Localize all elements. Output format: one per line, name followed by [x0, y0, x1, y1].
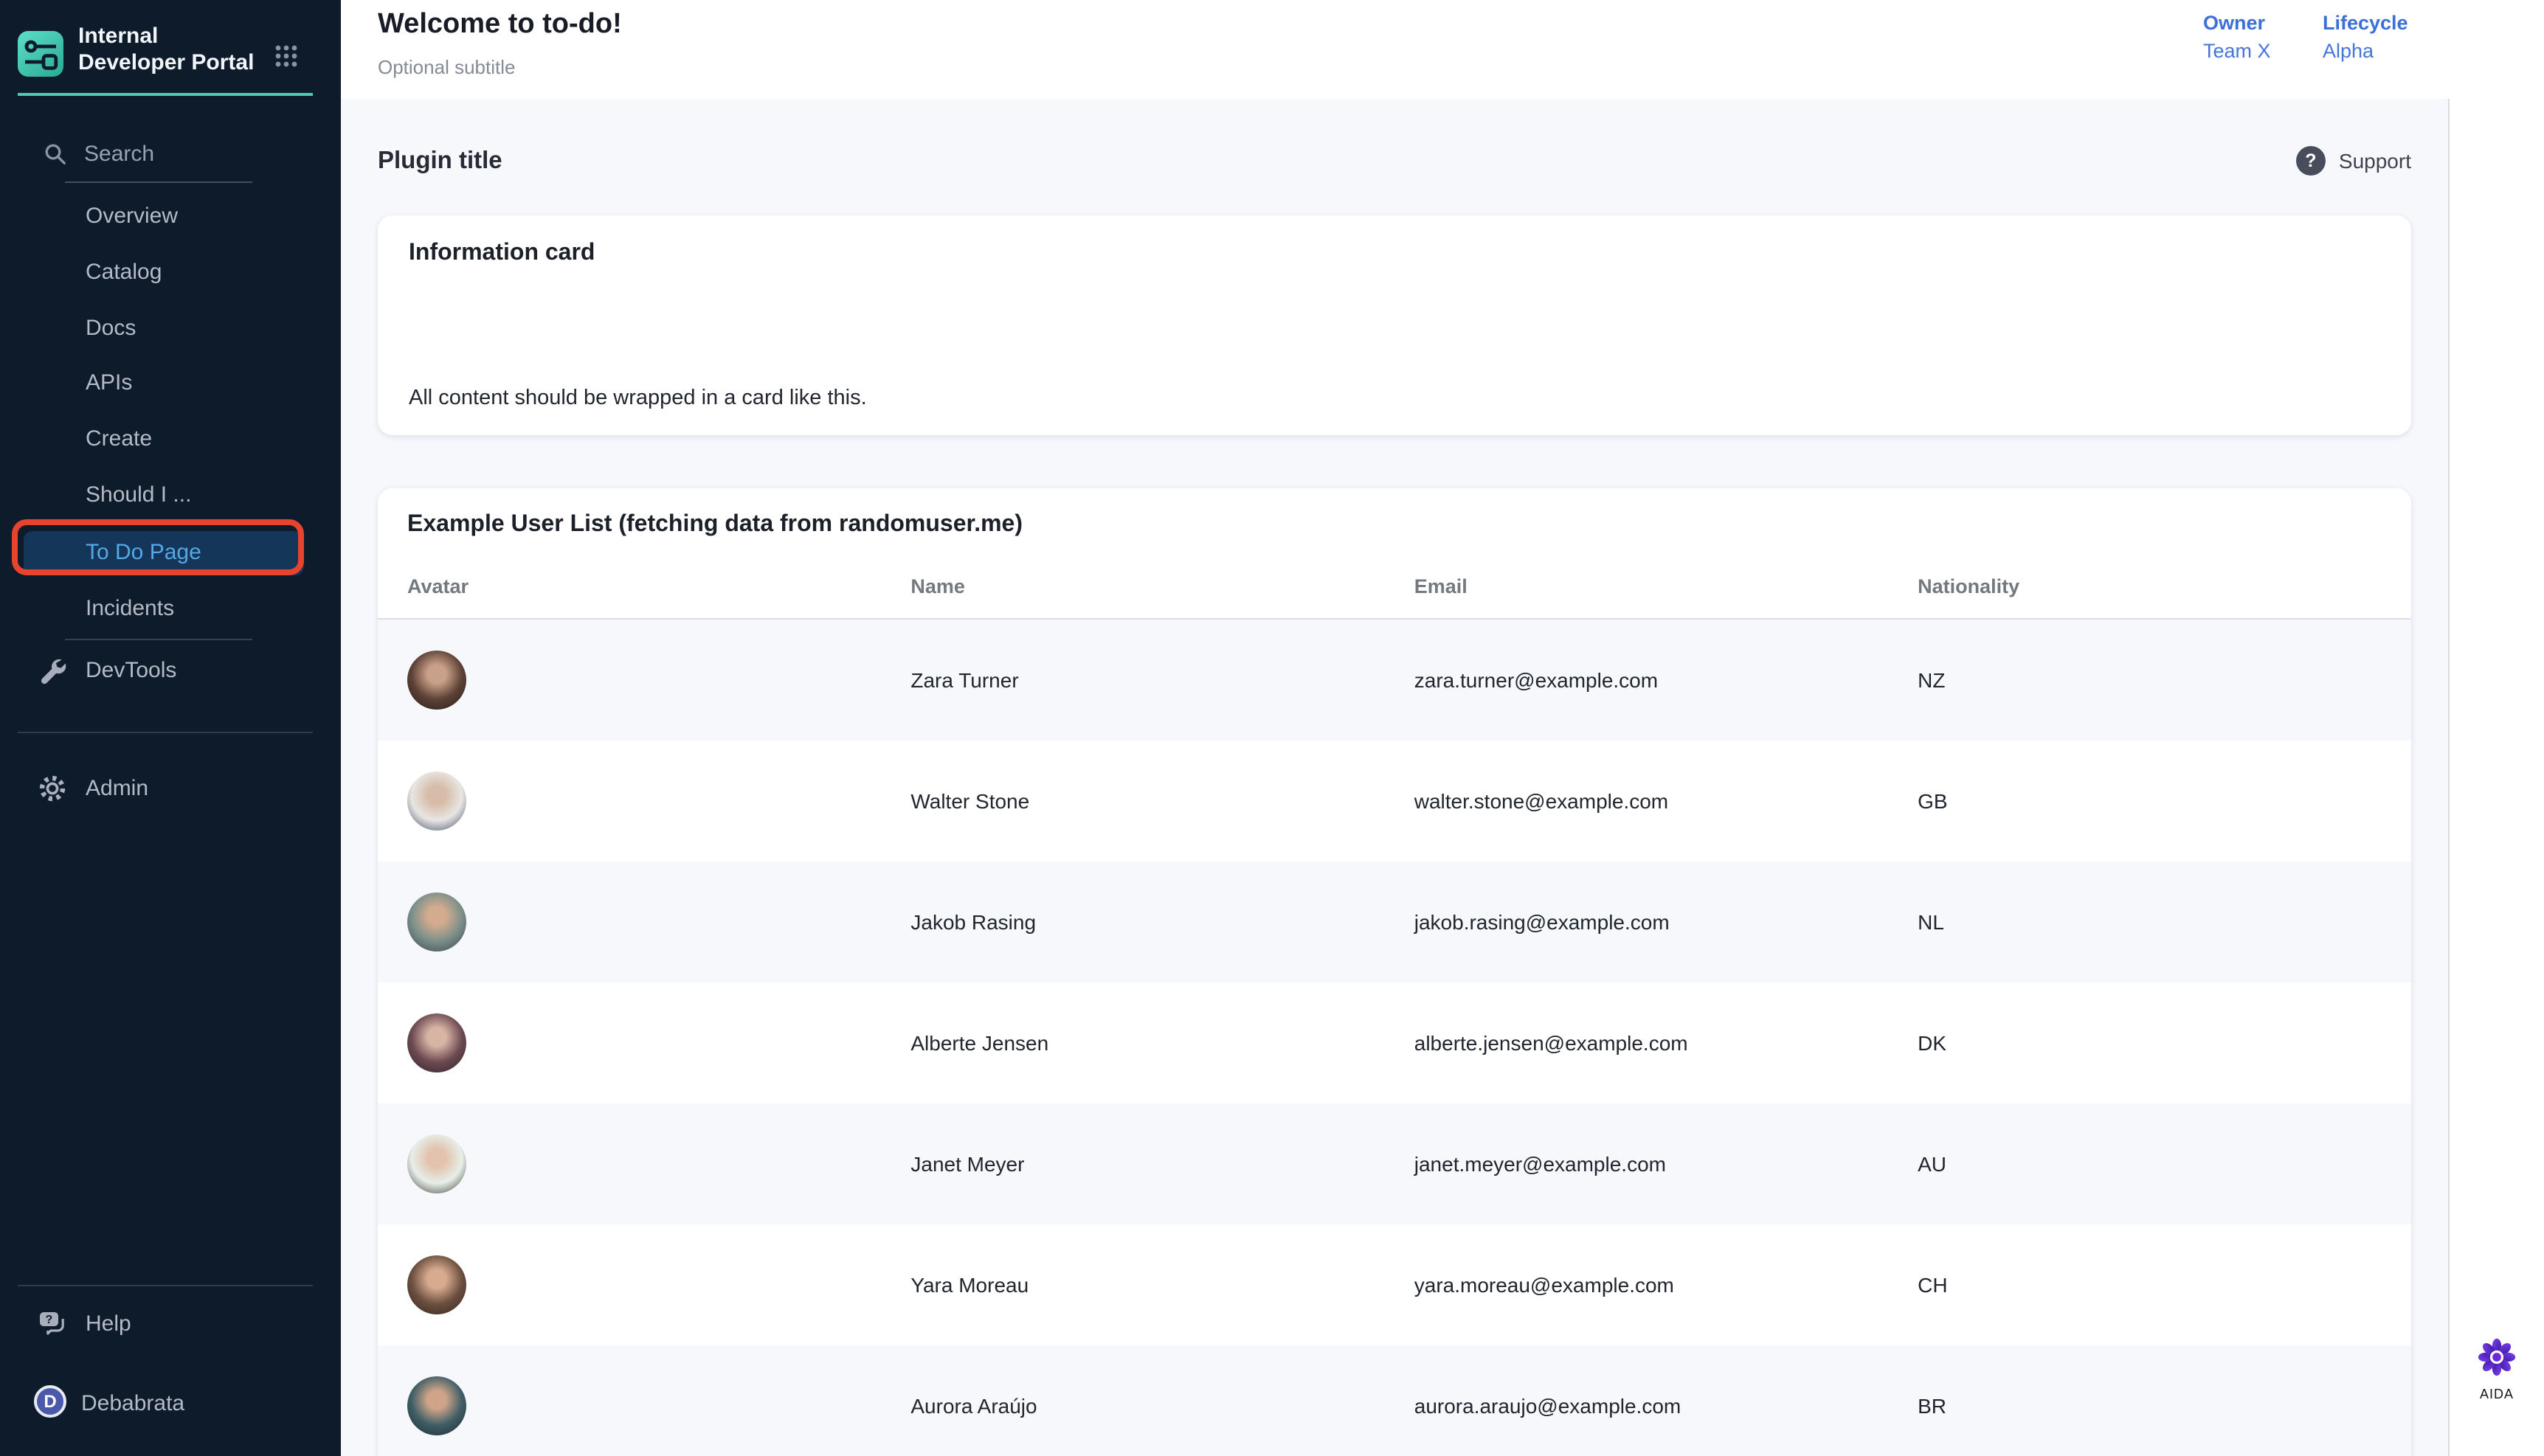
search-input[interactable]: Search — [84, 142, 154, 167]
sidebar-item-overview[interactable]: Overview — [24, 189, 317, 245]
table-row: Janet Meyer janet.meyer@example.com AU — [378, 1103, 2411, 1224]
user-photo-avatar — [407, 1255, 466, 1314]
aida-flower-icon — [2478, 1338, 2516, 1376]
cell-email: alberte.jensen@example.com — [1414, 1031, 1918, 1055]
cell-name: Janet Meyer — [910, 1152, 1414, 1176]
sidebar-divider — [18, 1285, 313, 1286]
sidebar-item-catalog[interactable]: Catalog — [24, 245, 317, 301]
user-photo-avatar — [407, 1376, 466, 1435]
sidebar-item-create[interactable]: Create — [24, 412, 317, 468]
app-window: Internal Developer Portal Search Overvie… — [0, 0, 2544, 1456]
question-circle-icon: ? — [2296, 146, 2326, 176]
user-name: Debabrata — [81, 1376, 317, 1432]
column-header-email: Email — [1414, 575, 1918, 597]
cell-nationality: GB — [1918, 789, 2382, 813]
table-row: Zara Turner zara.turner@example.com NZ — [378, 620, 2411, 741]
support-button[interactable]: ? Support — [2296, 146, 2411, 176]
content-toolbar: Plugin title ? Support — [378, 128, 2411, 193]
lifecycle-meta: Lifecycle Alpha — [2323, 12, 2408, 62]
user-list-title: Example User List (fetching data from ra… — [378, 488, 2411, 538]
cell-email: walter.stone@example.com — [1414, 789, 1918, 813]
user-photo-avatar — [407, 772, 466, 831]
cell-name: Aurora Araújo — [910, 1394, 1414, 1418]
content-area: Plugin title ? Support Information card … — [341, 99, 2448, 1456]
sidebar-item-docs[interactable]: Docs — [24, 300, 317, 356]
owner-label: Owner — [2203, 12, 2271, 34]
column-header-avatar: Avatar — [407, 575, 910, 597]
lifecycle-value-link[interactable]: Alpha — [2323, 40, 2408, 62]
apps-grid-icon — [274, 44, 298, 68]
cell-nationality: BR — [1918, 1394, 2382, 1418]
user-photo-avatar — [407, 651, 466, 710]
table-row: Jakob Rasing jakob.rasing@example.com NL — [378, 862, 2411, 982]
sidebar-item-should-i[interactable]: Should I ... — [24, 468, 317, 524]
app-title: Internal Developer Portal — [78, 24, 258, 77]
owner-value-link[interactable]: Team X — [2203, 40, 2271, 62]
table-row: Walter Stone walter.stone@example.com GB — [378, 741, 2411, 862]
aida-label: AIDA — [2461, 1387, 2532, 1401]
search-underline — [65, 181, 252, 183]
cell-name: Yara Moreau — [910, 1273, 1414, 1297]
wrench-icon — [38, 656, 66, 684]
cell-email: zara.turner@example.com — [1414, 668, 1918, 692]
apps-grid-button[interactable] — [274, 44, 298, 68]
user-list-card: Example User List (fetching data from ra… — [378, 488, 2411, 1456]
information-card-body: All content should be wrapped in a card … — [409, 386, 867, 410]
cell-name: Walter Stone — [910, 789, 1414, 813]
table-row: Alberte Jensen alberte.jensen@example.co… — [378, 982, 2411, 1103]
sidebar-item-devtools[interactable]: DevTools — [24, 643, 317, 699]
page-header: Welcome to to-do! Optional subtitle Owne… — [341, 0, 2544, 99]
sidebar-item-help[interactable]: ? Help — [24, 1297, 317, 1353]
app-logo-icon — [18, 31, 63, 77]
cell-nationality: NL — [1918, 910, 2382, 934]
gear-icon — [38, 774, 66, 802]
cell-nationality: CH — [1918, 1273, 2382, 1297]
sidebar-item-apis[interactable]: APIs — [24, 356, 317, 412]
user-photo-avatar — [407, 892, 466, 951]
page-subtitle: Optional subtitle — [378, 56, 515, 78]
information-card: Information card All content should be w… — [378, 215, 2411, 435]
svg-text:?: ? — [46, 1314, 53, 1326]
table-header-row: Avatar Name Email Nationality — [378, 538, 2411, 620]
sidebar-accent-divider — [18, 93, 313, 96]
help-chat-icon: ? — [38, 1310, 65, 1337]
sidebar-item-label: Help — [86, 1297, 317, 1353]
sidebar-divider — [65, 639, 252, 640]
user-avatar: D — [34, 1385, 66, 1418]
sliders-logo-icon — [18, 31, 63, 77]
sidebar-item-label: Admin — [86, 761, 317, 817]
lifecycle-label: Lifecycle — [2323, 12, 2408, 34]
cell-name: Alberte Jensen — [910, 1031, 1414, 1055]
cell-nationality: NZ — [1918, 668, 2382, 692]
aida-widget-button[interactable]: AIDA — [2461, 1338, 2532, 1401]
cell-email: yara.moreau@example.com — [1414, 1273, 1918, 1297]
cell-name: Zara Turner — [910, 668, 1414, 692]
cell-email: janet.meyer@example.com — [1414, 1152, 1918, 1176]
table-row: Yara Moreau yara.moreau@example.com CH — [378, 1224, 2411, 1345]
column-header-name: Name — [910, 575, 1414, 597]
sidebar-item-incidents[interactable]: Incidents — [24, 580, 317, 637]
sidebar-item-label: DevTools — [86, 643, 317, 699]
sidebar-user-profile[interactable]: D Debabrata — [24, 1376, 317, 1432]
plugin-title: Plugin title — [378, 147, 502, 175]
support-label: Support — [2339, 149, 2411, 173]
cell-nationality: DK — [1918, 1031, 2382, 1055]
sidebar-divider — [18, 732, 313, 733]
column-header-nationality: Nationality — [1918, 575, 2382, 597]
sidebar-item-admin[interactable]: Admin — [24, 761, 317, 817]
user-photo-avatar — [407, 1134, 466, 1193]
sidebar: Internal Developer Portal Search Overvie… — [0, 0, 341, 1456]
cell-name: Jakob Rasing — [910, 910, 1414, 934]
search-icon — [44, 143, 66, 165]
sidebar-item-to-do-page-active[interactable]: To Do Page — [24, 531, 304, 575]
owner-meta: Owner Team X — [2203, 12, 2271, 62]
cell-nationality: AU — [1918, 1152, 2382, 1176]
page-title: Welcome to to-do! — [378, 9, 622, 41]
cell-email: aurora.araujo@example.com — [1414, 1394, 1918, 1418]
table-row: Aurora Araújo aurora.araujo@example.com … — [378, 1345, 2411, 1456]
cell-email: jakob.rasing@example.com — [1414, 910, 1918, 934]
content-right-border — [2448, 99, 2450, 1456]
user-photo-avatar — [407, 1013, 466, 1072]
information-card-title: Information card — [378, 215, 2411, 267]
